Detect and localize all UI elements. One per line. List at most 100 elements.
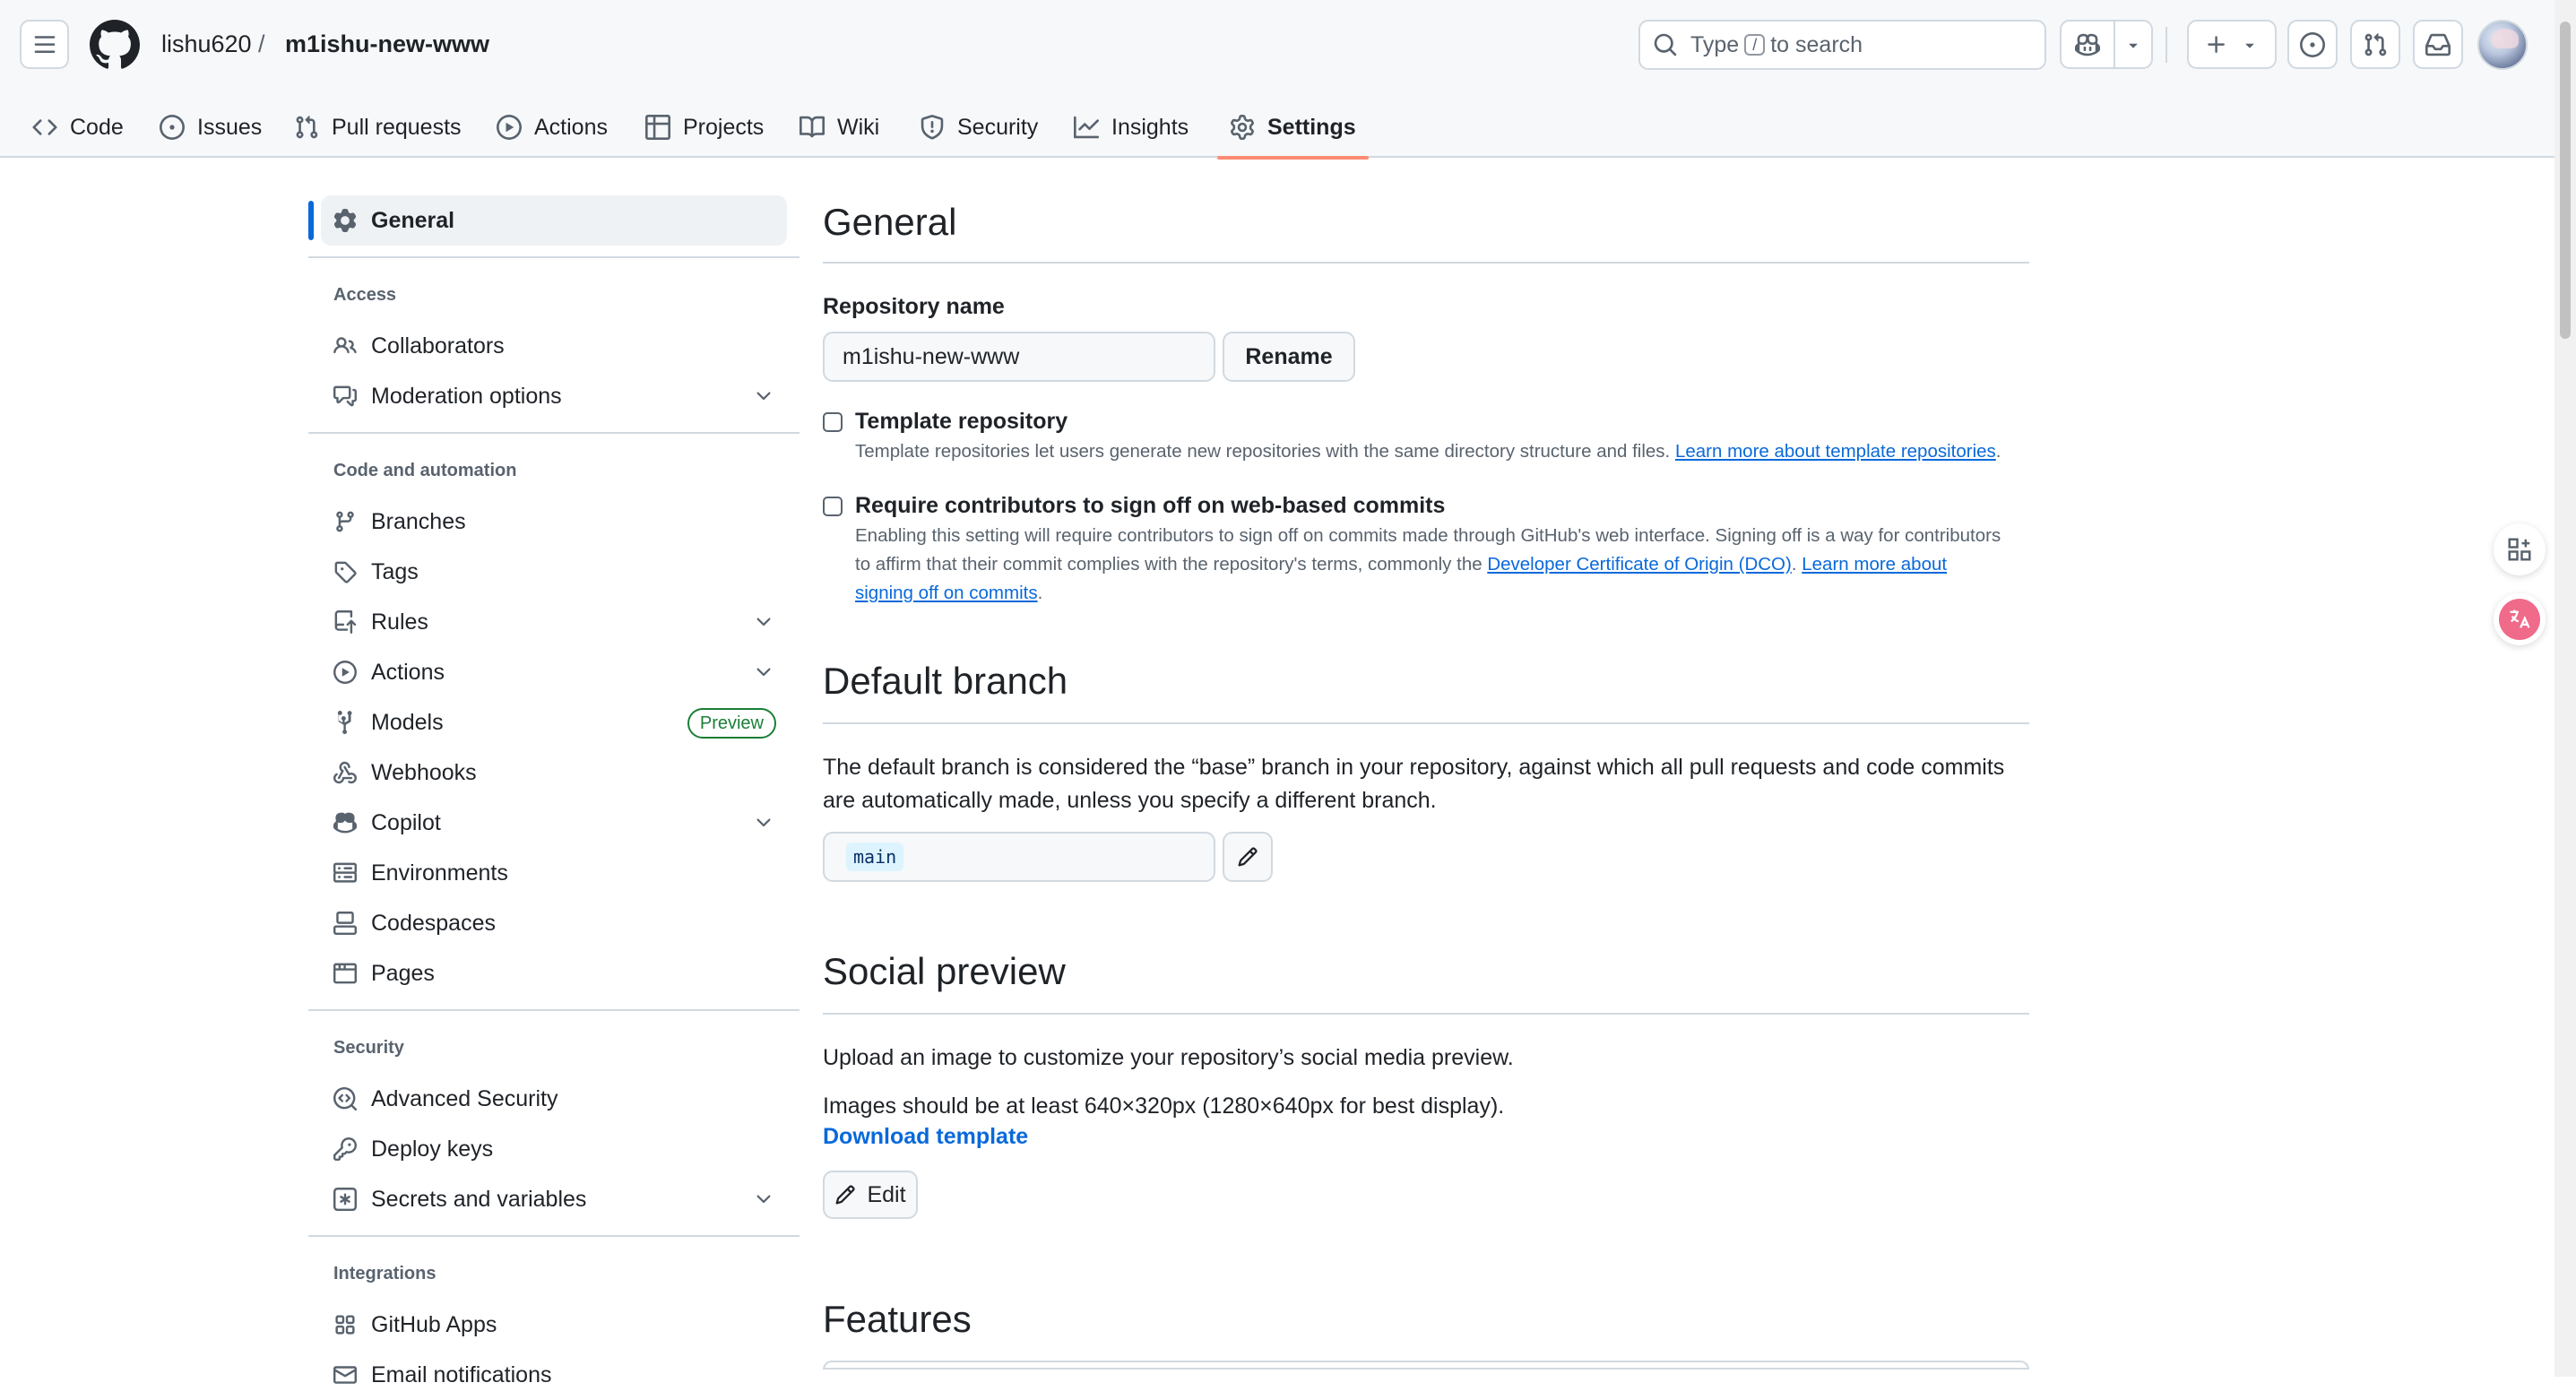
- issue-opened-icon: [2300, 31, 2325, 57]
- chevron-down-icon: [756, 818, 771, 827]
- features-title: Features: [823, 1298, 972, 1340]
- gear-icon: [333, 209, 357, 232]
- signoff-note-tail: .: [1037, 583, 1043, 603]
- scrollbar-thumb[interactable]: [2560, 22, 2571, 339]
- social-preview-title: Social preview: [823, 950, 1066, 992]
- sidebar-item-github-apps[interactable]: GitHub Apps: [333, 1300, 791, 1350]
- default-branch-field: main: [823, 832, 1215, 882]
- tab-label: Security: [957, 114, 1039, 140]
- sidebar-item-moderation-options[interactable]: Moderation options: [333, 371, 791, 421]
- webhook-icon: [333, 761, 357, 784]
- translate-button[interactable]: [2494, 593, 2546, 645]
- translate-icon: [2499, 599, 2540, 640]
- shield-icon: [921, 115, 944, 140]
- sidebar-item-general[interactable]: General: [333, 195, 791, 246]
- pencil-icon: [1238, 847, 1258, 867]
- dco-link[interactable]: Developer Certificate of Origin (DCO): [1487, 554, 1792, 575]
- tab-issues[interactable]: Issues: [160, 97, 262, 158]
- signoff-checkbox[interactable]: [823, 497, 843, 516]
- tab-code[interactable]: Code: [32, 97, 124, 158]
- sidebar-item-label: Branches: [371, 508, 466, 534]
- copilot-button[interactable]: [2060, 20, 2153, 69]
- search-input[interactable]: Type / to search: [1638, 20, 2046, 70]
- server-icon: [333, 862, 357, 883]
- sidebar-item-deploy-keys[interactable]: Deploy keys: [333, 1124, 791, 1174]
- tab-label: Settings: [1267, 114, 1356, 140]
- qr-code-button[interactable]: [2494, 523, 2546, 575]
- github-logo-icon[interactable]: [90, 20, 140, 70]
- breadcrumb-repo[interactable]: m1ishu-new-www: [285, 30, 489, 58]
- branch-name-pill: main: [846, 843, 904, 871]
- repo-header: lishu620 / m1ishu-new-www Type / to sear…: [0, 0, 2576, 160]
- comment-discussion-icon: [333, 385, 357, 407]
- sidebar-item-advanced-security[interactable]: Advanced Security: [333, 1074, 791, 1124]
- sidebar-item-label: Webhooks: [371, 759, 477, 785]
- sidebar-group-integrations: Integrations: [333, 1264, 437, 1283]
- sidebar-item-webhooks[interactable]: Webhooks: [333, 748, 791, 798]
- issues-button[interactable]: [2287, 20, 2338, 69]
- breadcrumb-owner[interactable]: lishu620: [161, 30, 252, 58]
- edit-default-branch-button[interactable]: [1223, 832, 1273, 882]
- tab-actions[interactable]: Actions: [497, 97, 608, 158]
- chevron-down-icon: [756, 668, 771, 677]
- tab-projects[interactable]: Projects: [645, 97, 764, 158]
- tab-settings[interactable]: Settings: [1217, 97, 1369, 160]
- sidebar-group-access: Access: [333, 285, 397, 305]
- tab-insights[interactable]: Insights: [1074, 97, 1189, 158]
- repo-name-input[interactable]: m1ishu-new-www: [823, 332, 1215, 382]
- rename-button[interactable]: Rename: [1223, 332, 1355, 382]
- sidebar-item-collaborators[interactable]: Collaborators: [333, 321, 791, 371]
- sidebar-item-rules[interactable]: Rules: [333, 597, 791, 647]
- breadcrumb-separator: /: [258, 30, 265, 57]
- default-branch-title: Default branch: [823, 660, 1068, 702]
- template-repository-note: Template repositories let users generate…: [855, 437, 2029, 466]
- edit-social-preview-button[interactable]: Edit: [823, 1171, 918, 1219]
- sidebar-item-copilot[interactable]: Copilot: [333, 798, 791, 848]
- tab-wiki[interactable]: Wiki: [800, 97, 879, 158]
- tab-pull-requests[interactable]: Pull requests: [294, 97, 462, 158]
- browser-icon: [333, 963, 357, 984]
- sidebar-item-label: GitHub Apps: [371, 1311, 497, 1337]
- sidebar-item-email-notifications[interactable]: Email notifications: [333, 1350, 791, 1400]
- template-repository-checkbox[interactable]: [823, 412, 843, 432]
- chevron-down-icon: [756, 392, 771, 401]
- inbox-button[interactable]: [2413, 20, 2463, 69]
- sidebar-item-secrets-and-variables[interactable]: Secrets and variables: [333, 1174, 791, 1224]
- codescan-icon: [333, 1087, 357, 1110]
- sidebar-item-codespaces[interactable]: Codespaces: [333, 898, 791, 948]
- menu-button[interactable]: [20, 20, 69, 69]
- sidebar-item-branches[interactable]: Branches: [333, 497, 791, 547]
- section-divider: [823, 722, 2029, 724]
- create-new-button[interactable]: [2187, 20, 2277, 69]
- page-scrollbar[interactable]: [2554, 0, 2576, 1377]
- template-learn-more-link[interactable]: Learn more about template repositories: [1675, 441, 1996, 462]
- tab-label: Wiki: [837, 114, 880, 140]
- sidebar-item-label: Copilot: [371, 809, 441, 835]
- copilot-icon: [2075, 33, 2100, 56]
- people-icon: [333, 337, 357, 354]
- pull-requests-button[interactable]: [2350, 20, 2400, 69]
- sidebar-item-tags[interactable]: Tags: [333, 547, 791, 597]
- tab-security[interactable]: Security: [920, 97, 1038, 158]
- global-nav: lishu620 / m1ishu-new-www Type / to sear…: [0, 0, 2576, 90]
- chevron-down-icon: [756, 618, 771, 627]
- avatar[interactable]: [2477, 20, 2528, 70]
- page-title: General: [823, 201, 957, 243]
- sidebar-item-environments[interactable]: Environments: [333, 848, 791, 898]
- search-prefix: Type: [1690, 31, 1740, 57]
- sidebar-item-label: Collaborators: [371, 333, 505, 359]
- template-note-text: Template repositories let users generate…: [855, 441, 1671, 462]
- edit-label: Edit: [867, 1181, 906, 1207]
- key-icon: [333, 1137, 357, 1161]
- sidebar-item-label: Tags: [371, 558, 419, 584]
- sidebar-item-pages[interactable]: Pages: [333, 948, 791, 998]
- sidebar-item-models[interactable]: Models Preview: [333, 697, 791, 748]
- download-template-link[interactable]: Download template: [823, 1124, 1028, 1150]
- book-icon: [800, 116, 825, 138]
- section-divider: [823, 262, 2029, 264]
- sidebar-item-actions[interactable]: Actions: [333, 647, 791, 697]
- search-suffix: to search: [1770, 31, 1863, 57]
- triangle-down-icon: [2129, 43, 2138, 48]
- template-note-tail: .: [1995, 441, 2001, 462]
- tab-label: Actions: [534, 114, 608, 140]
